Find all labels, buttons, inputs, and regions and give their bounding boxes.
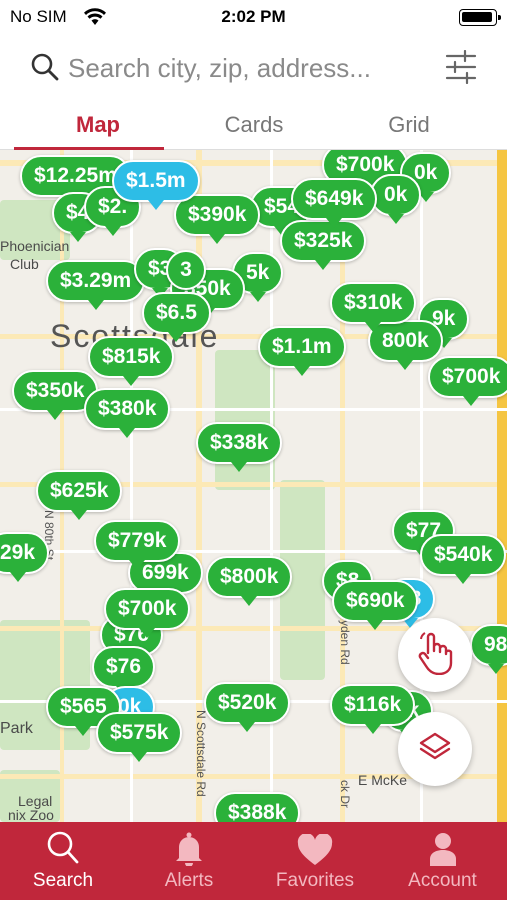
nav-label: Search — [32, 870, 94, 891]
price-pin[interactable]: $116k — [330, 684, 416, 734]
price-pin[interactable]: $6.5 — [142, 292, 211, 342]
price-pin[interactable]: $338k — [196, 422, 283, 472]
nav-label: Account — [408, 870, 477, 891]
street-label: yden Rd — [338, 620, 352, 665]
price-pin[interactable]: $325k — [280, 220, 367, 270]
price-pin[interactable]: $625k — [36, 470, 123, 520]
nav-label: Alerts — [164, 870, 214, 891]
map-label: nix Zoo — [8, 807, 54, 822]
view-tabs: Map Cards Grid — [0, 100, 507, 150]
clock: 2:02 PM — [221, 7, 286, 26]
price-pin[interactable]: $575k — [96, 712, 183, 762]
heart-icon — [252, 822, 378, 866]
price-pin[interactable]: $800k — [206, 556, 293, 606]
price-pin[interactable]: $1.1m — [258, 326, 346, 376]
price-pin[interactable]: 98 — [470, 624, 507, 674]
nav-label: Favorites — [275, 870, 355, 891]
battery-icon — [459, 9, 501, 26]
person-icon — [378, 822, 507, 866]
status-bar: No SIM 2:02 PM — [0, 0, 507, 34]
nav-account[interactable]: Account — [378, 822, 507, 900]
bell-icon — [126, 822, 252, 866]
nav-favorites[interactable]: Favorites — [252, 822, 378, 900]
map-label: Park — [0, 720, 33, 737]
price-pin[interactable]: $649k — [291, 178, 378, 228]
price-pin[interactable]: $700k — [428, 356, 507, 406]
price-pin[interactable]: $3.29m — [46, 260, 146, 310]
street-label: N Scottsdale Rd — [194, 710, 208, 797]
tab-map[interactable]: Map — [18, 112, 178, 138]
street-label: E McKe — [358, 772, 408, 788]
price-pin[interactable]: $388k — [214, 792, 301, 822]
price-pin[interactable]: $520k — [204, 682, 291, 732]
bottom-nav: Search Alerts Favorites Account — [0, 822, 507, 900]
price-pin[interactable]: $815k — [88, 336, 175, 386]
nav-alerts[interactable]: Alerts — [126, 822, 252, 900]
map-layers-button[interactable] — [398, 712, 472, 786]
price-pin[interactable]: $690k — [332, 580, 419, 630]
price-pin[interactable]: $700k — [104, 588, 191, 638]
cluster-pin[interactable]: 3 — [166, 250, 206, 290]
price-pin[interactable]: $779k — [94, 520, 181, 570]
layers-icon — [418, 731, 452, 768]
tab-grid[interactable]: Grid — [329, 112, 489, 138]
search-icon — [30, 52, 60, 87]
map-label: Club — [10, 256, 39, 272]
search-bar — [0, 40, 507, 96]
search-input[interactable] — [68, 48, 428, 88]
price-pin-selected[interactable]: $1.5m — [112, 160, 200, 210]
draw-search-button[interactable] — [398, 618, 472, 692]
freeway — [497, 150, 507, 822]
filter-sliders-icon[interactable] — [445, 49, 477, 89]
map-label: Phoenician — [0, 238, 70, 254]
price-pin[interactable]: $310k — [330, 282, 417, 332]
price-pin[interactable]: $540k — [420, 534, 507, 584]
nav-search[interactable]: Search — [0, 822, 126, 900]
price-pin[interactable]: 29k — [0, 532, 50, 582]
map-view[interactable]: Phoenician Club Scottsdale Park Legal ni… — [0, 150, 507, 822]
price-pin[interactable]: $380k — [84, 388, 171, 438]
street-label: ck Dr — [338, 780, 352, 808]
price-pin[interactable]: 0k — [370, 174, 422, 224]
hand-pointer-icon — [417, 631, 453, 680]
search-icon — [0, 822, 126, 866]
tab-cards[interactable]: Cards — [174, 112, 334, 138]
price-pin[interactable]: $76 — [92, 646, 156, 696]
